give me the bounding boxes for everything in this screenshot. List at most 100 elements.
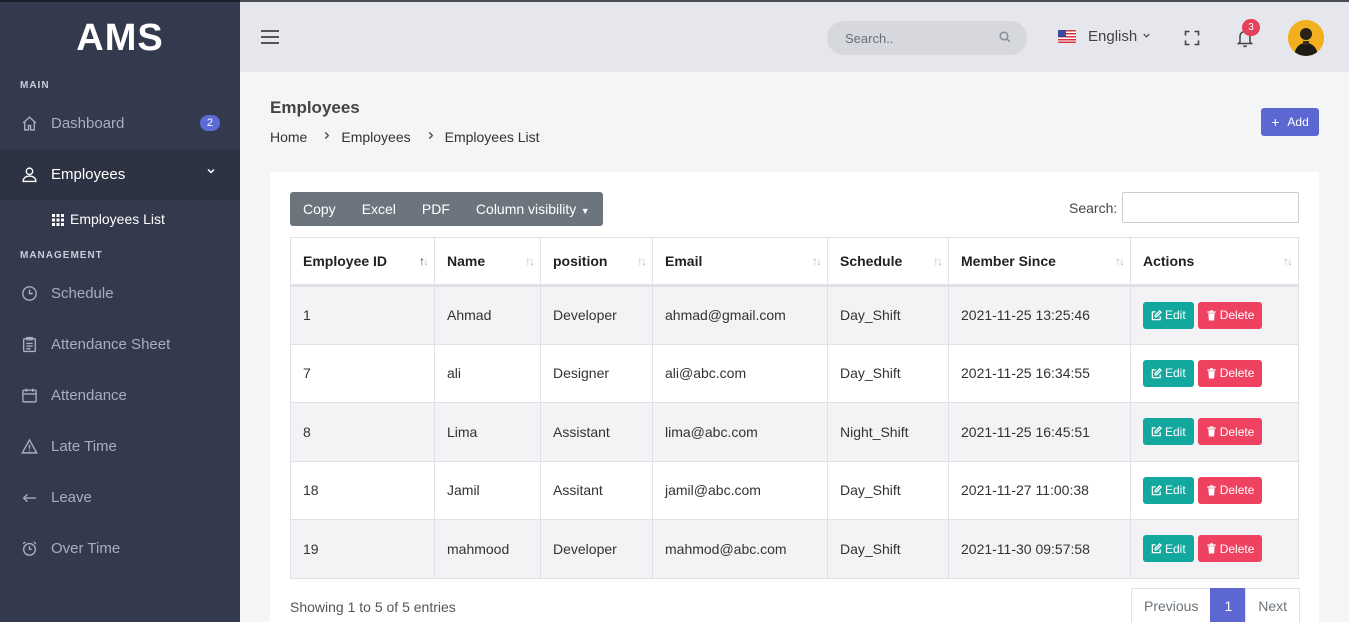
- chevron-down-icon: [206, 165, 216, 179]
- sidebar-subitem-employees-list[interactable]: Employees List: [0, 200, 240, 238]
- pagination: Previous 1 Next: [1131, 588, 1301, 622]
- cell-schedule: Day_Shift: [827, 285, 949, 345]
- breadcrumb-home[interactable]: Home: [270, 129, 307, 145]
- cell-schedule: Night_Shift: [827, 402, 949, 462]
- edit-icon: [1151, 367, 1162, 379]
- export-button-group: Copy Excel PDF Column visibility ▼: [290, 192, 603, 226]
- top-search-input[interactable]: [827, 21, 987, 55]
- column-header-position[interactable]: position ↑↓: [540, 237, 653, 287]
- app-logo[interactable]: AMS: [0, 2, 240, 74]
- cell-email: ahmad@gmail.com: [652, 285, 828, 345]
- trash-icon: [1207, 310, 1216, 321]
- cell-schedule: Day_Shift: [827, 519, 949, 579]
- calendar-icon: [20, 387, 38, 405]
- pdf-button[interactable]: PDF: [409, 192, 463, 226]
- edit-label: Edit: [1165, 483, 1186, 498]
- sidebar-item-label: Late Time: [51, 438, 117, 455]
- sidebar-subitem-label: Employees List: [70, 211, 165, 227]
- column-visibility-label: Column visibility: [475, 201, 577, 217]
- column-header-employee-id[interactable]: Employee ID ↑↓: [290, 237, 435, 287]
- edit-button[interactable]: Edit: [1143, 359, 1194, 387]
- column-header-member-since[interactable]: Member Since ↑↓: [948, 237, 1131, 287]
- column-header-schedule[interactable]: Schedule ↑↓: [827, 237, 949, 287]
- column-header-label: Name: [447, 253, 486, 269]
- search-icon[interactable]: [999, 31, 1011, 43]
- cell-schedule: Day_Shift: [827, 460, 949, 520]
- copy-button[interactable]: Copy: [290, 192, 349, 226]
- cell-name: Jamil: [434, 460, 541, 520]
- sidebar-item-employees[interactable]: Employees: [0, 149, 240, 200]
- sort-icon: ↑↓: [933, 254, 943, 268]
- fullscreen-icon[interactable]: [1184, 30, 1200, 46]
- table-search-label: Search:: [1069, 200, 1118, 216]
- sidebar-section-management: MANAGEMENT: [20, 250, 103, 261]
- cell-name: mahmood: [434, 519, 541, 579]
- sidebar-item-late-time[interactable]: Late Time: [0, 421, 240, 472]
- delete-button[interactable]: Delete: [1197, 359, 1263, 387]
- chevron-down-icon: [1142, 31, 1151, 43]
- delete-button[interactable]: Delete: [1197, 418, 1263, 446]
- cell-member-since: 2021-11-25 13:25:46: [948, 285, 1131, 345]
- chevron-right-icon: [427, 131, 435, 143]
- cell-actions: Edit Delete: [1130, 402, 1299, 462]
- language-selector[interactable]: English: [1058, 28, 1151, 45]
- cell-email: ali@abc.com: [652, 343, 828, 403]
- cell-position: Assistant: [540, 402, 653, 462]
- cell-employee-id: 18: [290, 460, 435, 520]
- plus-icon: +: [1271, 114, 1280, 130]
- table-header-row: Employee ID ↑↓ Name ↑↓ position ↑↓ Email ↑↓ …: [290, 237, 1299, 287]
- previous-page-button[interactable]: Previous: [1131, 588, 1212, 622]
- edit-button[interactable]: Edit: [1143, 535, 1194, 563]
- delete-button[interactable]: Delete: [1197, 476, 1263, 504]
- delete-label: Delete: [1219, 366, 1255, 381]
- column-header-actions[interactable]: Actions ↑↓: [1130, 237, 1299, 287]
- user-avatar[interactable]: [1288, 20, 1324, 56]
- menu-toggle-icon[interactable]: [261, 30, 279, 44]
- excel-button[interactable]: Excel: [349, 192, 409, 226]
- cell-employee-id: 7: [290, 343, 435, 403]
- cell-employee-id: 1: [290, 285, 435, 345]
- sidebar-item-dashboard[interactable]: Dashboard 2: [0, 98, 240, 149]
- edit-button[interactable]: Edit: [1143, 418, 1194, 446]
- cell-email: jamil@abc.com: [652, 460, 828, 520]
- sidebar-item-attendance-sheet[interactable]: Attendance Sheet: [0, 319, 240, 370]
- delete-label: Delete: [1219, 541, 1255, 556]
- user-icon: [20, 166, 38, 184]
- edit-label: Edit: [1165, 424, 1186, 439]
- sidebar-item-label: Dashboard: [51, 115, 125, 132]
- edit-icon: [1151, 309, 1162, 321]
- cell-position: Assitant: [540, 460, 653, 520]
- delete-button[interactable]: Delete: [1197, 535, 1263, 563]
- cell-position: Designer: [540, 343, 653, 403]
- alarm-icon: [20, 540, 38, 558]
- cell-position: Developer: [540, 285, 653, 345]
- trash-icon: [1207, 485, 1216, 496]
- add-employee-button[interactable]: + Add: [1261, 108, 1319, 136]
- column-visibility-button[interactable]: Column visibility ▼: [463, 192, 603, 226]
- column-header-label: Actions: [1143, 253, 1195, 269]
- delete-label: Delete: [1219, 483, 1255, 498]
- cell-email: mahmod@abc.com: [652, 519, 828, 579]
- edit-label: Edit: [1165, 366, 1186, 381]
- sidebar-item-attendance[interactable]: Attendance: [0, 370, 240, 421]
- sidebar-item-over-time[interactable]: Over Time: [0, 523, 240, 574]
- page-title: Employees: [270, 98, 360, 117]
- sidebar-item-leave[interactable]: Leave: [0, 472, 240, 523]
- page-button-current[interactable]: 1: [1210, 588, 1247, 622]
- cell-member-since: 2021-11-25 16:45:51: [948, 402, 1131, 462]
- cell-member-since: 2021-11-30 09:57:58: [948, 519, 1131, 579]
- sidebar-item-schedule[interactable]: Schedule: [0, 268, 240, 319]
- column-header-label: Schedule: [840, 253, 903, 269]
- table-row: 8 Lima Assistant lima@abc.com Night_Shift 202…: [290, 402, 1299, 462]
- edit-button[interactable]: Edit: [1143, 476, 1194, 504]
- delete-button[interactable]: Delete: [1197, 301, 1263, 329]
- table-row: 7 ali Designer ali@abc.com Day_Shift 2021-11-…: [290, 343, 1299, 403]
- edit-button[interactable]: Edit: [1143, 301, 1194, 329]
- breadcrumb-employees[interactable]: Employees: [341, 129, 410, 145]
- next-page-button[interactable]: Next: [1245, 588, 1301, 622]
- table-search-input[interactable]: [1122, 192, 1299, 223]
- column-header-email[interactable]: Email ↑↓: [652, 237, 828, 287]
- column-header-name[interactable]: Name ↑↓: [434, 237, 541, 287]
- sidebar-item-label: Leave: [51, 489, 92, 506]
- cell-position: Developer: [540, 519, 653, 579]
